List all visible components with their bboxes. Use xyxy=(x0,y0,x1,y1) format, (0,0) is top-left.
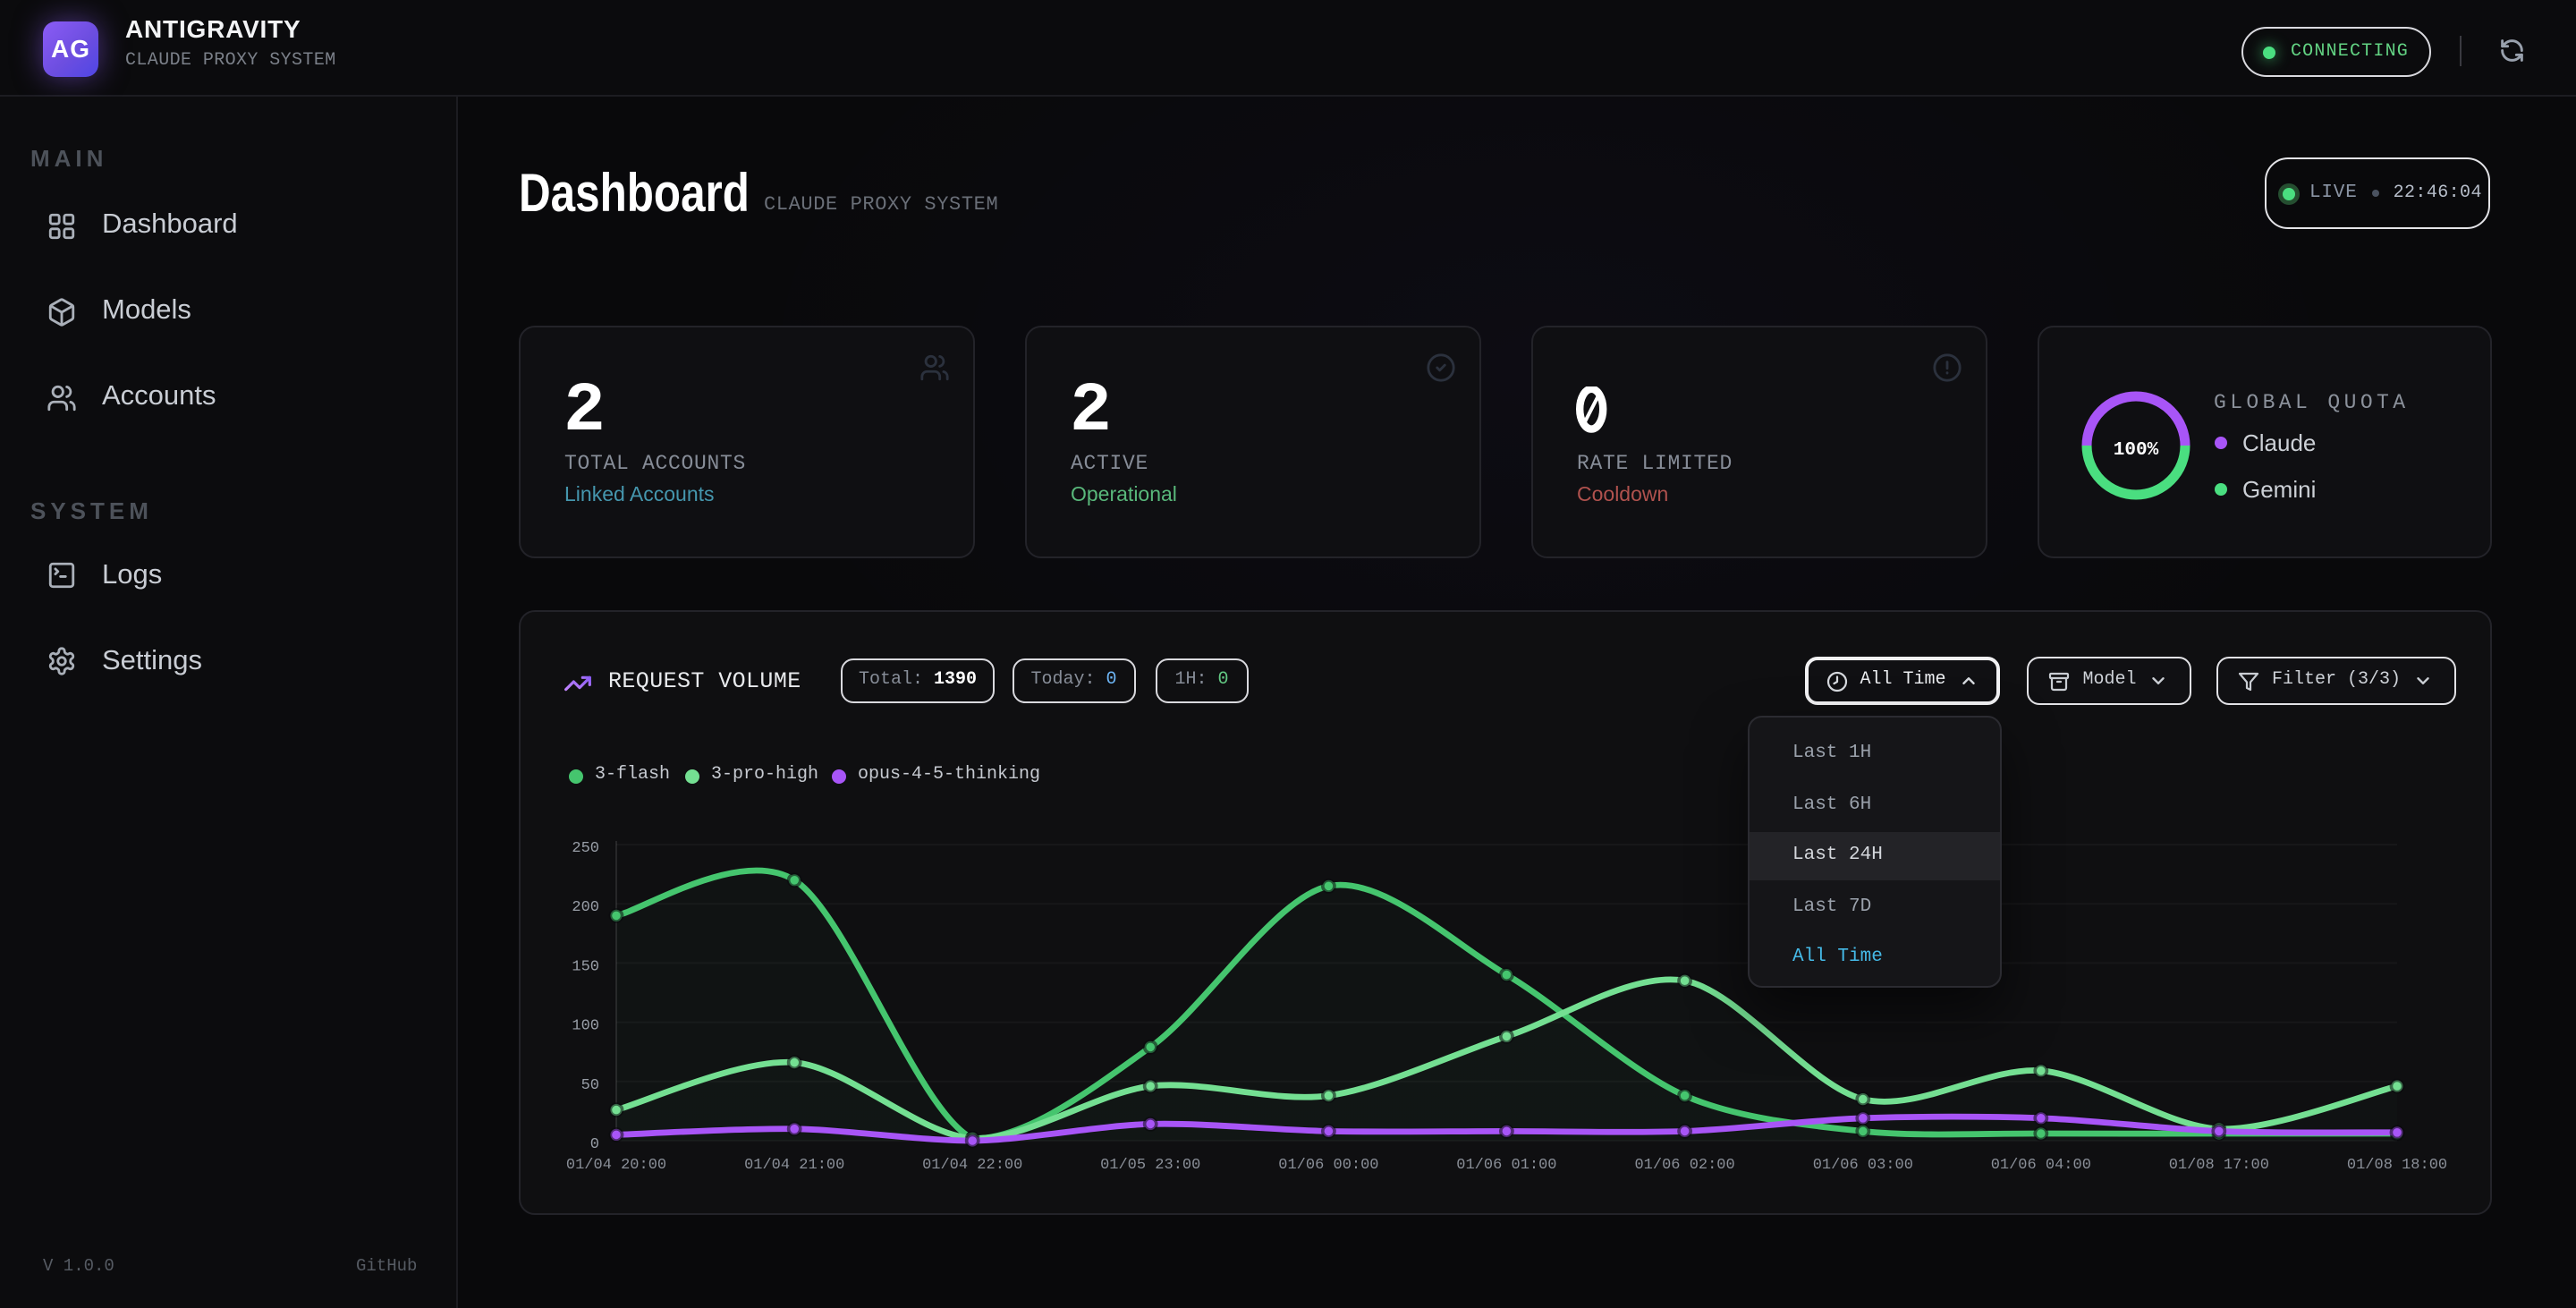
svg-text:01/05 23:00: 01/05 23:00 xyxy=(1099,1156,1199,1173)
svg-text:100%: 100% xyxy=(2113,439,2158,460)
svg-text:01/06 04:00: 01/06 04:00 xyxy=(1990,1156,2090,1173)
svg-text:01/06 00:00: 01/06 00:00 xyxy=(1277,1156,1377,1173)
svg-text:50: 50 xyxy=(580,1076,598,1093)
svg-text:01/04 21:00: 01/04 21:00 xyxy=(743,1156,843,1173)
svg-text:250: 250 xyxy=(571,839,598,856)
svg-text:01/06 02:00: 01/06 02:00 xyxy=(1633,1156,1733,1173)
svg-text:01/08 17:00: 01/08 17:00 xyxy=(2168,1156,2268,1173)
svg-text:0: 0 xyxy=(589,1135,598,1152)
svg-text:01/04 22:00: 01/04 22:00 xyxy=(921,1156,1021,1173)
svg-text:200: 200 xyxy=(571,898,598,915)
svg-text:01/04 20:00: 01/04 20:00 xyxy=(565,1156,665,1173)
svg-text:01/08 18:00: 01/08 18:00 xyxy=(2346,1156,2446,1173)
svg-text:100: 100 xyxy=(571,1017,598,1034)
svg-text:150: 150 xyxy=(571,957,598,974)
svg-text:01/06 01:00: 01/06 01:00 xyxy=(1455,1156,1555,1173)
svg-text:01/06 03:00: 01/06 03:00 xyxy=(1812,1156,1912,1173)
